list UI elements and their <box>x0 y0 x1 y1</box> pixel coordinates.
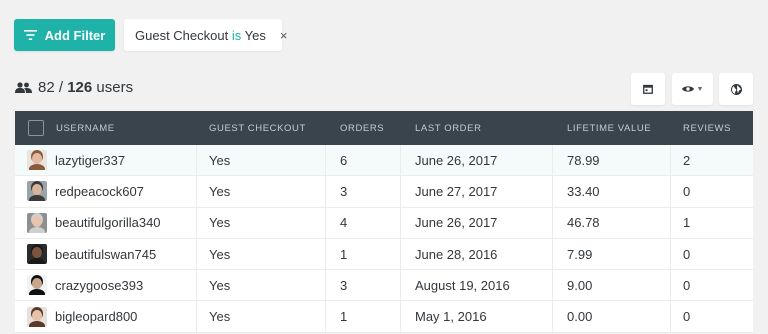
table-row[interactable]: bigleopard800 Yes 1 May 1, 2016 0.00 0 <box>15 301 753 333</box>
avatar <box>27 275 47 296</box>
avatar-head <box>32 247 42 259</box>
add-filter-label: Add Filter <box>44 27 106 43</box>
avatar-body <box>29 258 45 265</box>
table-row[interactable]: beautifulswan745 Yes 1 June 28, 2016 7.99 0 <box>15 238 753 271</box>
chevron-down-icon: ▼ <box>696 85 704 93</box>
username-link[interactable]: beautifulgorilla340 <box>55 215 161 230</box>
filter-icon <box>23 30 37 40</box>
username-link[interactable]: lazytiger337 <box>55 153 125 168</box>
select-all-checkbox[interactable] <box>28 120 44 136</box>
cell-orders: 6 <box>326 145 401 176</box>
cell-reviews: 0 <box>683 246 691 262</box>
cell-username: redpeacock607 <box>15 176 197 207</box>
column-header-guest-checkout[interactable]: GUEST CHECKOUT <box>197 123 326 134</box>
filter-chip-text: Guest Checkout is Yes <box>124 28 266 43</box>
avatar-body <box>29 289 45 296</box>
user-count: 82 / 126 users <box>15 79 133 96</box>
add-filter-button[interactable]: Add Filter <box>14 19 115 51</box>
count-unit: users <box>96 79 134 96</box>
cell-orders: 3 <box>326 270 401 301</box>
username-link[interactable]: beautifulswan745 <box>55 247 156 262</box>
filter-field: Guest Checkout <box>135 27 229 43</box>
cell-guest-checkout: Yes <box>197 145 326 176</box>
eye-icon <box>681 86 694 92</box>
cell-username: crazygoose393 <box>15 270 197 301</box>
total-count: 126 <box>67 79 93 96</box>
cell-orders: 4 <box>326 207 401 238</box>
table-header: USERNAME GUEST CHECKOUT ORDERS LAST ORDE… <box>15 111 753 145</box>
cell-reviews: 2 <box>683 152 691 168</box>
avatar-head <box>32 309 42 321</box>
cell-lifetime-value: 33.40 <box>553 176 671 207</box>
column-visibility-button[interactable]: ▼ <box>672 73 713 105</box>
cell-guest-checkout: Yes <box>197 301 326 332</box>
column-header-lifetime-value[interactable]: LIFETIME VALUE <box>553 123 671 134</box>
filter-value: Yes <box>244 27 266 43</box>
filtered-count: 82 <box>38 79 55 96</box>
count-separator: / <box>58 79 64 96</box>
cell-orders: 1 <box>326 238 401 270</box>
avatar-body <box>29 320 45 327</box>
username-link[interactable]: redpeacock607 <box>55 184 144 199</box>
avatar <box>27 212 47 233</box>
cell-last-order: June 28, 2016 <box>401 238 553 270</box>
cell-lifetime-value: 7.99 <box>553 238 671 270</box>
date-range-button[interactable] <box>631 73 665 105</box>
cell-lifetime-value: 46.78 <box>553 207 671 238</box>
table-body: lazytiger337 Yes 6 June 26, 2017 78.99 2 redpe… <box>15 145 753 333</box>
avatar-head <box>32 153 42 165</box>
table-row[interactable]: redpeacock607 Yes 3 June 27, 2017 33.40 0 <box>15 176 753 208</box>
column-header-last-order[interactable]: LAST ORDER <box>401 123 553 134</box>
filter-operator: is <box>231 27 242 43</box>
cell-lifetime-value: 78.99 <box>553 145 671 176</box>
avatar-head <box>32 215 42 227</box>
cell-last-order: August 19, 2016 <box>401 270 553 301</box>
avatar <box>27 150 47 171</box>
cell-last-order: May 1, 2016 <box>401 301 553 332</box>
table-row[interactable]: crazygoose393 Yes 3 August 19, 2016 9.00 0 <box>15 270 753 302</box>
users-table: USERNAME GUEST CHECKOUT ORDERS LAST ORDE… <box>15 111 753 333</box>
cell-guest-checkout: Yes <box>197 176 326 207</box>
users-icon <box>15 82 32 93</box>
cell-reviews: 0 <box>683 309 691 325</box>
avatar-body <box>29 226 45 233</box>
cell-lifetime-value: 9.00 <box>553 270 671 301</box>
cell-last-order: June 26, 2017 <box>401 207 553 238</box>
globe-button[interactable] <box>719 73 753 105</box>
cell-username: beautifulswan745 <box>15 238 197 270</box>
cell-guest-checkout: Yes <box>197 207 326 238</box>
avatar-head <box>32 278 42 290</box>
table-row[interactable]: lazytiger337 Yes 6 June 26, 2017 78.99 2 <box>15 145 753 177</box>
cell-orders: 3 <box>326 176 401 207</box>
cell-guest-checkout: Yes <box>197 238 326 270</box>
remove-filter-close-icon[interactable]: × <box>280 28 288 43</box>
avatar <box>27 306 47 327</box>
avatar <box>27 181 47 202</box>
cell-last-order: June 27, 2017 <box>401 176 553 207</box>
table-row[interactable]: beautifulgorilla340 Yes 4 June 26, 2017 46.7… <box>15 207 753 239</box>
calendar-icon <box>643 84 653 94</box>
cell-reviews: 0 <box>683 183 691 199</box>
cell-username: bigleopard800 <box>15 301 197 332</box>
avatar <box>27 244 47 265</box>
cell-guest-checkout: Yes <box>197 270 326 301</box>
avatar-head <box>32 184 42 196</box>
cell-reviews: 0 <box>683 277 691 293</box>
username-link[interactable]: bigleopard800 <box>55 309 137 324</box>
column-header-orders[interactable]: ORDERS <box>326 123 401 134</box>
avatar-body <box>29 195 45 202</box>
active-filter-chip[interactable]: Guest Checkout is Yes × <box>124 19 287 51</box>
globe-icon <box>730 83 742 95</box>
cell-last-order: June 26, 2017 <box>401 145 553 176</box>
cell-orders: 1 <box>326 301 401 332</box>
cell-username: beautifulgorilla340 <box>15 207 197 238</box>
cell-lifetime-value: 0.00 <box>553 301 671 332</box>
avatar-body <box>29 164 45 171</box>
cell-reviews: 1 <box>683 215 691 231</box>
cell-username: lazytiger337 <box>15 145 197 176</box>
column-header-reviews[interactable]: REVIEWS <box>671 123 753 134</box>
username-link[interactable]: crazygoose393 <box>55 278 143 293</box>
